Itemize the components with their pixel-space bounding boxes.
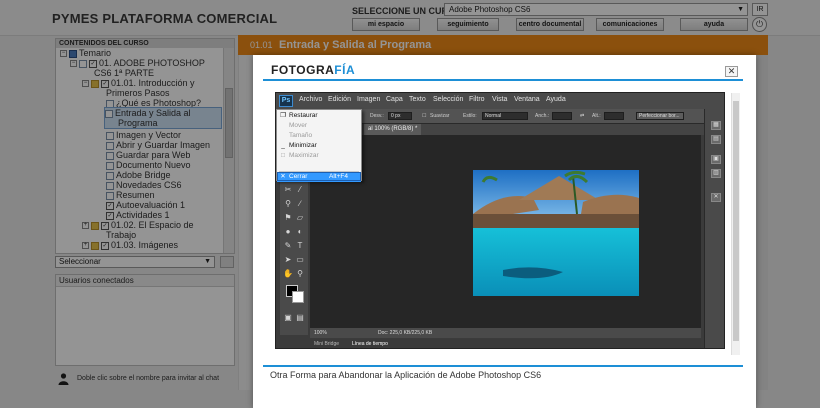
maximize-icon: □ — [281, 152, 285, 159]
ps-menu-ayuda[interactable]: Ayuda — [546, 96, 566, 103]
ps-menu-ventana[interactable]: Ventana — [514, 96, 540, 103]
restore-icon: ❐ — [280, 112, 286, 119]
ps-menubar: Ps Archivo Edición Imagen Capa Texto Sel… — [276, 93, 724, 109]
brush-tool-icon[interactable]: ∕ — [294, 199, 306, 208]
panel-icon[interactable]: ▣ — [711, 155, 721, 164]
pen-tool-icon[interactable]: ✎ — [282, 241, 294, 250]
ps-menu-vista[interactable]: Vista — [492, 96, 507, 103]
doc-size: Doc: 225,0 KB/225,0 KB — [378, 330, 433, 336]
image-caption: Otra Forma para Abandonar la Aplicación … — [270, 370, 542, 380]
hand-tool-icon[interactable]: ✋ — [282, 269, 294, 278]
alt-field[interactable] — [604, 112, 624, 120]
desv-field[interactable]: 0 px — [388, 112, 412, 120]
dodge-tool-icon[interactable]: ◐ — [294, 227, 306, 236]
zoom-tool-icon[interactable]: ⚲ — [294, 269, 306, 278]
refine-edge-button[interactable]: Perfeccionar bor... — [636, 112, 684, 120]
tab-mini-bridge[interactable]: Mini Bridge — [314, 341, 339, 347]
ps-canvas-area[interactable] — [310, 135, 701, 328]
ps-menu-imagen[interactable]: Imagen — [357, 96, 380, 103]
ps-menu-filtro[interactable]: Filtro — [469, 96, 485, 103]
ps-menu-seleccion[interactable]: Selección — [433, 96, 463, 103]
estilo-select[interactable]: Normal — [482, 112, 528, 120]
background-color-swatch[interactable] — [292, 291, 304, 303]
type-tool-icon[interactable]: T — [294, 241, 306, 250]
blur-tool-icon[interactable]: ● — [282, 227, 294, 236]
eyedropper-tool-icon[interactable]: ⁄ — [294, 185, 306, 194]
panel-icon[interactable]: ✕ — [711, 193, 721, 202]
ps-menu-capa[interactable]: Capa — [386, 96, 403, 103]
anch-field[interactable] — [552, 112, 572, 120]
resort-pool-photo — [473, 170, 639, 296]
ps-menu-edicion[interactable]: Edición — [328, 96, 351, 103]
sysmenu-maximizar: □ Maximizar — [277, 151, 361, 161]
ps-document-tabs: al 100% (RGB/8) * — [364, 124, 704, 135]
modal-scrollbar[interactable] — [731, 93, 740, 355]
suavizar-checkbox[interactable]: ☐ — [422, 113, 426, 119]
divider — [263, 365, 743, 367]
eraser-tool-icon[interactable]: ▱ — [294, 213, 306, 222]
ps-menu-archivo[interactable]: Archivo — [299, 96, 322, 103]
zoom-level: 100% — [314, 330, 327, 336]
ps-bottom-tabs: Mini Bridge Línea de tiempo — [310, 339, 701, 348]
focus-outline — [277, 172, 361, 181]
photoshop-logo-icon: Ps — [279, 95, 293, 107]
close-icon[interactable]: ✕ — [725, 66, 738, 77]
sysmenu-minimizar[interactable]: _ Minimizar — [277, 141, 361, 151]
shape-tool-icon[interactable]: ▭ — [294, 255, 306, 264]
image-lightbox: FOTOGRAFÍA ✕ Ps Archivo Edición Imagen C… — [253, 55, 756, 408]
panel-icon[interactable]: ▤ — [711, 135, 721, 144]
crop-tool-icon[interactable]: ✂ — [282, 185, 294, 194]
sysmenu-restaurar[interactable]: ❐ Restaurar — [277, 111, 361, 121]
sysmenu-mover: Mover — [289, 122, 308, 129]
panel-icon[interactable]: ▥ — [711, 169, 721, 178]
panel-icon[interactable]: ▦ — [711, 121, 721, 130]
photoshop-screenshot: Ps Archivo Edición Imagen Capa Texto Sel… — [275, 92, 725, 349]
sysmenu-tamano: Tamaño — [289, 132, 313, 139]
ps-menu-texto[interactable]: Texto — [409, 96, 426, 103]
window-system-menu: ❐ Restaurar Mover Tamaño _ Minimizar □ Maxi… — [276, 109, 362, 182]
path-select-icon[interactable]: ➤ — [282, 255, 294, 264]
fotografia-logo: FOTOGRAFÍA — [271, 63, 356, 77]
document-tab[interactable]: al 100% (RGB/8) * — [364, 124, 422, 135]
quick-mask-icon[interactable]: ▣ — [282, 313, 294, 322]
screen-mode-icon[interactable]: ▤ — [294, 313, 306, 322]
history-brush-icon[interactable]: ⚑ — [282, 213, 294, 222]
minimize-icon: _ — [281, 142, 285, 149]
ps-panel-dock: ▦ ▤ ▣ ▥ ✕ — [704, 109, 724, 348]
swap-icon[interactable]: ⇄ — [580, 113, 584, 119]
stamp-tool-icon[interactable]: ⚲ — [282, 199, 294, 208]
divider — [263, 79, 743, 81]
scrollbar-thumb[interactable] — [733, 101, 739, 341]
tab-linea-de-tiempo[interactable]: Línea de tiempo — [352, 341, 388, 347]
ps-status-bar: 100% Doc: 225,0 KB/225,0 KB — [310, 328, 701, 338]
